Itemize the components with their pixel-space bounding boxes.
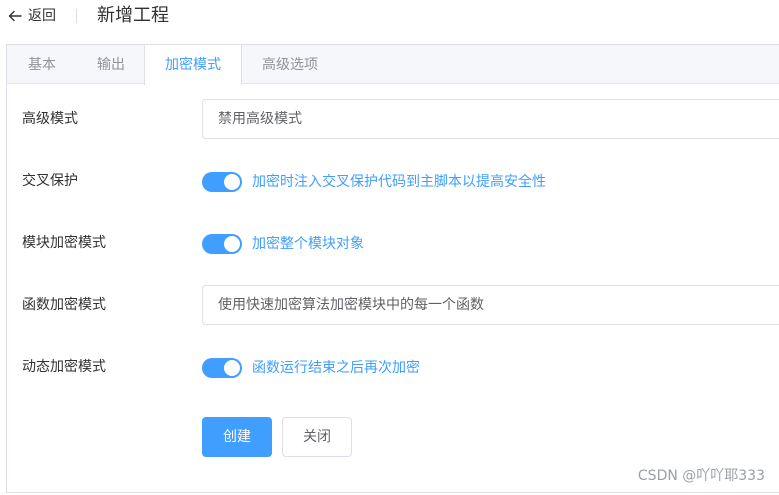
- module-mode-switch[interactable]: [202, 234, 242, 254]
- advanced-mode-value: 禁用高级模式: [218, 111, 302, 127]
- close-button[interactable]: 关闭: [282, 417, 352, 457]
- function-mode-select[interactable]: 使用快速加密算法加密模块中的每一个函数: [202, 285, 779, 325]
- advanced-mode-label: 高级模式: [22, 111, 78, 127]
- cross-protect-label: 交叉保护: [22, 173, 78, 189]
- arrow-left-icon: [8, 9, 22, 23]
- tab-output[interactable]: 输出: [77, 45, 145, 84]
- switch-knob: [224, 174, 240, 190]
- tab-bar: 基本 输出 加密模式 高级选项: [7, 45, 779, 85]
- switch-knob: [224, 360, 240, 376]
- tab-advanced-options[interactable]: 高级选项: [242, 45, 338, 84]
- back-label: 返回: [28, 8, 56, 24]
- watermark: CSDN @吖吖耶333: [637, 468, 765, 484]
- tab-basic[interactable]: 基本: [7, 45, 77, 84]
- module-mode-label: 模块加密模式: [22, 235, 106, 251]
- cross-protect-text: 加密时注入交叉保护代码到主脚本以提高安全性: [252, 174, 546, 190]
- function-mode-value: 使用快速加密算法加密模块中的每一个函数: [218, 297, 484, 313]
- module-mode-text: 加密整个模块对象: [252, 236, 364, 252]
- page-header: 返回 新增工程: [0, 0, 779, 34]
- header-divider: [76, 9, 77, 23]
- cross-protect-row: 加密时注入交叉保护代码到主脚本以提高安全性: [202, 172, 546, 192]
- cross-protect-switch[interactable]: [202, 172, 242, 192]
- tab-encrypt-mode[interactable]: 加密模式: [144, 45, 242, 85]
- back-button[interactable]: 返回: [8, 7, 56, 25]
- dynamic-mode-switch[interactable]: [202, 358, 242, 378]
- advanced-mode-select[interactable]: 禁用高级模式: [202, 99, 779, 139]
- switch-knob: [224, 236, 240, 252]
- create-button[interactable]: 创建: [202, 417, 272, 457]
- page-title: 新增工程: [97, 5, 169, 26]
- dynamic-mode-text: 函数运行结束之后再次加密: [252, 360, 420, 376]
- function-mode-label: 函数加密模式: [22, 297, 106, 313]
- dynamic-mode-row: 函数运行结束之后再次加密: [202, 358, 420, 378]
- dynamic-mode-label: 动态加密模式: [22, 359, 106, 375]
- module-mode-row: 加密整个模块对象: [202, 234, 364, 254]
